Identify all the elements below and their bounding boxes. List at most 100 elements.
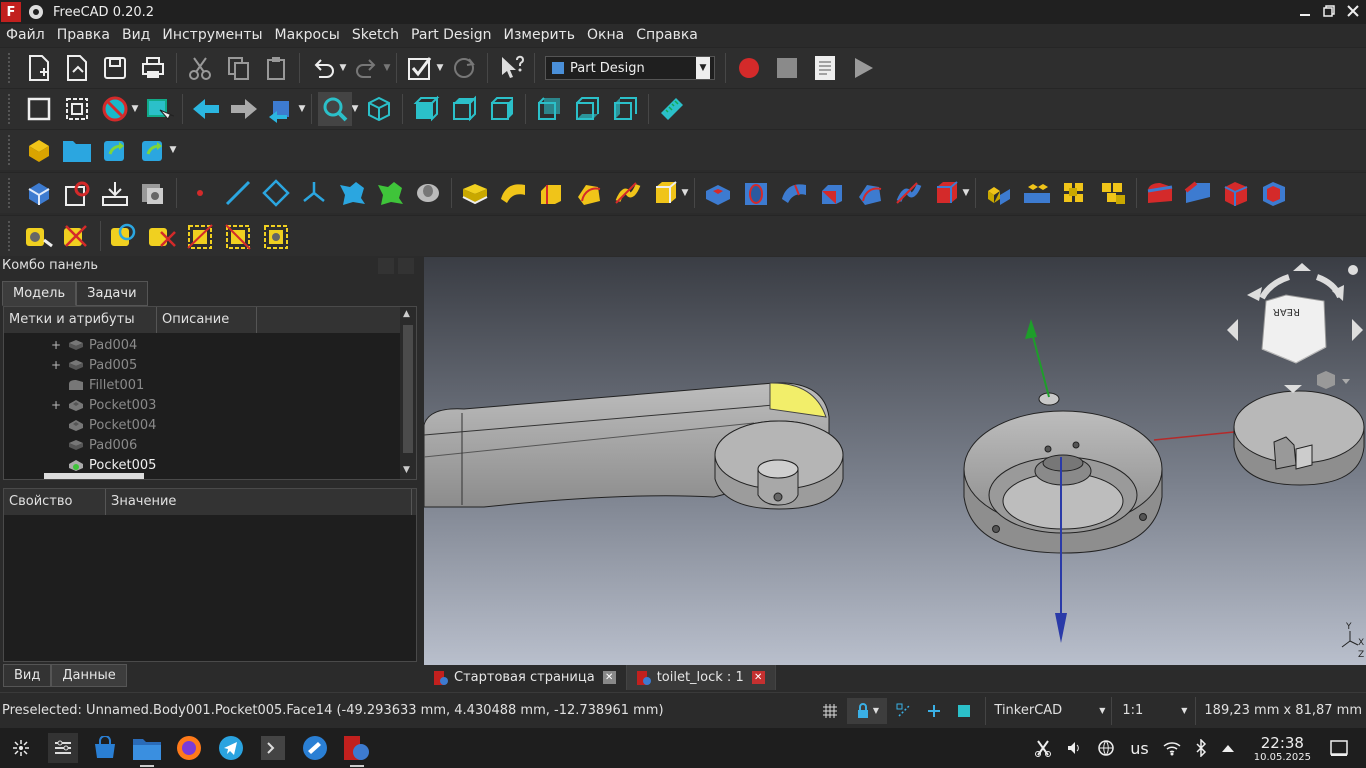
settings-app-icon[interactable] (48, 733, 78, 763)
tree-item-fillet001[interactable]: Fillet001 (4, 375, 400, 395)
network-app-icon[interactable] (300, 733, 330, 763)
create-link-icon[interactable] (98, 133, 132, 167)
validate-sketch-icon[interactable] (98, 176, 132, 210)
measure-toggle-3d-icon[interactable] (183, 219, 217, 253)
tree-item-pad006[interactable]: Pad006 (4, 435, 400, 455)
3d-scene[interactable]: REAR Y Z X (423, 257, 1366, 665)
scale-selector[interactable]: 1:1 ▼ (1111, 696, 1195, 725)
close-icon[interactable] (1344, 2, 1362, 20)
start-menu-icon[interactable] (6, 733, 36, 763)
groove-icon[interactable] (777, 176, 811, 210)
view-top-icon[interactable] (447, 92, 481, 126)
run-macro-icon[interactable] (846, 51, 880, 85)
column-value[interactable]: Значение (106, 489, 412, 515)
screenshot-tool-icon[interactable] (1034, 739, 1052, 757)
linear-pattern-icon[interactable] (1020, 176, 1054, 210)
telegram-app-icon[interactable] (216, 733, 246, 763)
menu-tools[interactable]: Инструменты (156, 27, 268, 43)
tree-item-pocket003[interactable]: + Pocket003 (4, 395, 400, 415)
menu-sketch[interactable]: Sketch (346, 27, 405, 43)
sub-shape-binder-sheep-icon[interactable] (411, 176, 445, 210)
maximize-icon[interactable] (1320, 2, 1338, 20)
tree-item-pocket005[interactable]: Pocket005 (4, 455, 400, 475)
nav-cube-dropdown-icon[interactable] (1342, 379, 1350, 384)
minimize-icon[interactable] (1296, 2, 1314, 20)
measure-clear-icon[interactable] (145, 219, 179, 253)
toolbar-grip[interactable] (8, 94, 12, 124)
view-bottom-icon[interactable] (570, 92, 604, 126)
pocket-icon[interactable] (701, 176, 735, 210)
shape-binder-icon[interactable] (335, 176, 369, 210)
tray-expand-icon[interactable] (1221, 743, 1235, 753)
expand-icon[interactable]: + (51, 338, 61, 352)
tree-item-pad005[interactable]: + Pad005 (4, 355, 400, 375)
additive-pipe-icon[interactable] (572, 176, 606, 210)
local-cs-icon[interactable] (297, 176, 331, 210)
measure-toggle-all-icon[interactable] (259, 219, 293, 253)
clone-icon[interactable] (136, 176, 170, 210)
redo-icon[interactable] (350, 51, 384, 85)
view-isometric-icon[interactable] (362, 92, 396, 126)
view-left-icon[interactable] (608, 92, 642, 126)
draw-style-icon[interactable] (98, 92, 132, 126)
cut-icon[interactable] (183, 51, 217, 85)
expand-icon[interactable]: + (51, 358, 61, 372)
measure-refresh-icon[interactable] (107, 219, 141, 253)
close-tab-icon[interactable]: ✕ (602, 671, 616, 684)
measure-distance-icon[interactable] (655, 92, 689, 126)
tree-item-pocket004[interactable]: Pocket004 (4, 415, 400, 435)
undo-icon[interactable] (306, 51, 340, 85)
tab-model[interactable]: Модель (2, 281, 77, 306)
create-group-icon[interactable] (60, 133, 94, 167)
expand-icon[interactable]: + (51, 398, 61, 412)
subtractive-pipe-icon[interactable] (853, 176, 887, 210)
close-tab-icon[interactable]: ✕ (751, 671, 765, 684)
tab-start-page[interactable]: Стартовая страница ✕ (424, 665, 627, 690)
measure-toggle-delta-icon[interactable] (221, 219, 255, 253)
store-app-icon[interactable] (90, 733, 120, 763)
tab-tasks[interactable]: Задачи (76, 281, 148, 306)
nav-menu-icon[interactable] (1348, 265, 1358, 275)
tab-toilet-lock[interactable]: toilet_lock : 1 ✕ (626, 665, 776, 690)
back-icon[interactable] (189, 92, 223, 126)
additive-box-icon[interactable] (648, 176, 682, 210)
scrollbar-thumb[interactable] (403, 325, 413, 453)
column-property[interactable]: Свойство (4, 489, 106, 515)
scroll-up-icon[interactable]: ▲ (403, 309, 410, 319)
nav-cube-mini-icon[interactable] (1317, 371, 1335, 389)
menu-macros[interactable]: Макросы (269, 27, 346, 43)
bluetooth-icon[interactable] (1195, 739, 1207, 757)
bounding-box-icon[interactable] (142, 92, 176, 126)
nav-up-icon[interactable] (1293, 263, 1311, 271)
measure-angular-icon[interactable] (60, 219, 94, 253)
nav-right-icon[interactable] (1352, 319, 1363, 341)
menu-file[interactable]: Файл (0, 27, 51, 43)
new-file-icon[interactable] (22, 51, 56, 85)
create-part-icon[interactable] (22, 133, 56, 167)
subtractive-loft-icon[interactable] (815, 176, 849, 210)
files-app-icon[interactable] (132, 733, 162, 767)
lever-part[interactable] (423, 382, 844, 510)
grid-icon[interactable] (817, 698, 843, 724)
refresh-check-icon[interactable] (403, 51, 437, 85)
navigation-cube[interactable]: REAR (1227, 263, 1363, 393)
view-right-icon[interactable] (485, 92, 519, 126)
record-macro-icon[interactable] (732, 51, 766, 85)
print-icon[interactable] (136, 51, 170, 85)
volume-icon[interactable] (1066, 740, 1082, 756)
subtractive-box-icon[interactable] (929, 176, 963, 210)
thickness-icon[interactable] (1257, 176, 1291, 210)
keyboard-layout[interactable]: us (1130, 739, 1148, 758)
toolbar-grip[interactable] (8, 178, 12, 208)
menu-windows[interactable]: Окна (581, 27, 630, 43)
datum-plane-icon[interactable] (259, 176, 293, 210)
macro-editor-icon[interactable] (808, 51, 842, 85)
fillet-icon[interactable] (1143, 176, 1177, 210)
draft-icon[interactable] (1219, 176, 1253, 210)
nav-left-icon[interactable] (1227, 319, 1238, 341)
open-file-icon[interactable] (60, 51, 94, 85)
zoom-icon[interactable] (318, 92, 352, 126)
housing-part[interactable] (963, 392, 1163, 554)
hole-icon[interactable] (739, 176, 773, 210)
column-labels-attributes[interactable]: Метки и атрибуты (4, 307, 157, 333)
